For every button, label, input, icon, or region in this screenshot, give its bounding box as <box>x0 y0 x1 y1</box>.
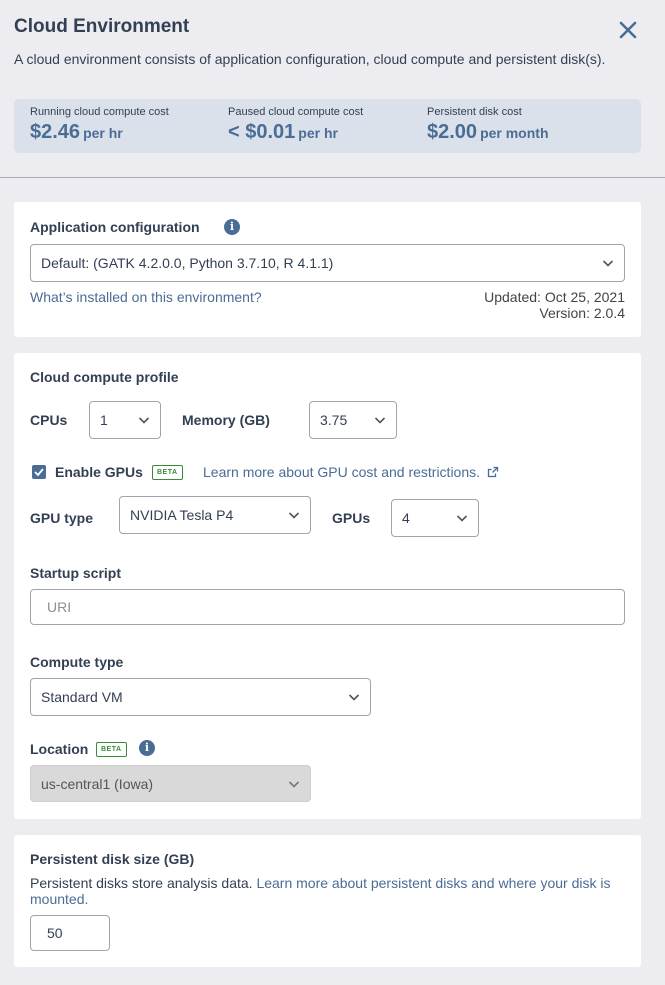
disk-size-input[interactable]: 50 <box>30 915 110 951</box>
paused-cost-unit: per hr <box>298 125 338 141</box>
disk-size-label: Persistent disk size (GB) <box>30 851 195 867</box>
memory-label: Memory (GB) <box>182 412 270 428</box>
gpu-type-label: GPU type <box>30 510 94 526</box>
updated-date: Updated: Oct 25, 2021 <box>484 289 625 305</box>
app-config-select-value: Default: (GATK 4.2.0.0, Python 3.7.10, R… <box>41 255 334 271</box>
gpu-type-select[interactable]: NVIDIA Tesla P4 <box>119 496 311 534</box>
paused-cost-amount: < $0.01 <box>228 121 296 143</box>
gpu-type-select-value: NVIDIA Tesla P4 <box>130 507 234 523</box>
beta-badge: BETA <box>96 742 127 757</box>
running-cost-label: Running cloud compute cost <box>30 106 169 118</box>
compute-type-select[interactable]: Standard VM <box>30 678 371 716</box>
cpus-select[interactable]: 1 <box>89 401 161 439</box>
disk-cost-label: Persistent disk cost <box>427 106 522 118</box>
gpu-cost-link[interactable]: Learn more about GPU cost and restrictio… <box>203 464 499 480</box>
whats-installed-link[interactable]: What’s installed on this environment? <box>30 289 262 305</box>
disk-description-text: Persistent disks store analysis data. <box>30 875 253 891</box>
cpus-label: CPUs <box>30 412 68 428</box>
chevron-down-icon <box>288 512 300 519</box>
chevron-down-icon <box>374 417 386 424</box>
enable-gpus-label[interactable]: Enable GPUs <box>55 464 143 480</box>
compute-profile-card: Cloud compute profile CPUs 1 Memory (GB)… <box>14 353 641 819</box>
chevron-down-icon <box>288 780 300 788</box>
chevron-down-icon <box>602 260 614 267</box>
location-label: Location <box>30 741 89 757</box>
location-select: us-central1 (Iowa) <box>30 765 311 802</box>
enable-gpus-checkbox[interactable] <box>32 465 46 479</box>
app-config-card: Application configuration i Default: (GA… <box>14 202 641 337</box>
startup-script-input[interactable]: URI <box>30 589 625 625</box>
info-icon[interactable]: i <box>224 219 240 235</box>
gpus-select[interactable]: 4 <box>391 499 479 537</box>
gpus-label: GPUs <box>332 510 371 526</box>
paused-cost-label: Paused cloud compute cost <box>228 106 364 118</box>
app-config-select[interactable]: Default: (GATK 4.2.0.0, Python 3.7.10, R… <box>30 244 625 282</box>
external-link-icon <box>487 466 499 478</box>
startup-script-label: Startup script <box>30 565 122 581</box>
app-config-label: Application configuration <box>30 219 200 235</box>
memory-select[interactable]: 3.75 <box>309 401 397 439</box>
page-title: Cloud Environment <box>14 16 190 37</box>
app-config-meta: Updated: Oct 25, 2021 Version: 2.0.4 <box>484 289 625 321</box>
disk-description: Persistent disks store analysis data. Le… <box>30 875 620 907</box>
persistent-disk-card: Persistent disk size (GB) Persistent dis… <box>14 835 641 967</box>
chevron-down-icon <box>138 417 150 424</box>
cpus-select-value: 1 <box>100 412 108 428</box>
close-icon[interactable] <box>616 18 640 42</box>
chevron-down-icon <box>456 515 468 522</box>
info-icon[interactable]: i <box>139 740 155 756</box>
memory-select-value: 3.75 <box>320 412 348 428</box>
divider <box>0 177 665 178</box>
startup-script-placeholder: URI <box>47 599 72 615</box>
running-cost-amount: $2.46 <box>30 121 81 143</box>
running-cost-unit: per hr <box>83 125 123 141</box>
gpus-select-value: 4 <box>402 510 410 526</box>
beta-badge: BETA <box>152 465 183 480</box>
disk-cost-unit: per month <box>480 125 549 141</box>
disk-size-value: 50 <box>47 925 63 941</box>
disk-cost-amount: $2.00 <box>427 121 478 143</box>
gpu-cost-link-text: Learn more about GPU cost and restrictio… <box>203 464 481 480</box>
version-text: Version: 2.0.4 <box>539 305 625 321</box>
running-cost-value: $2.46 per hr <box>30 121 123 144</box>
checkmark-icon <box>34 468 44 477</box>
compute-type-label: Compute type <box>30 654 124 670</box>
compute-profile-title: Cloud compute profile <box>30 369 179 385</box>
page-description: A cloud environment consists of applicat… <box>14 51 606 67</box>
compute-type-select-value: Standard VM <box>41 689 123 705</box>
paused-cost-value: < $0.01 per hr <box>228 121 338 144</box>
location-select-value: us-central1 (Iowa) <box>41 775 154 792</box>
chevron-down-icon <box>348 694 360 701</box>
cost-summary: Running cloud compute cost $2.46 per hr P… <box>14 99 641 153</box>
disk-cost-value: $2.00 per month <box>427 121 549 144</box>
